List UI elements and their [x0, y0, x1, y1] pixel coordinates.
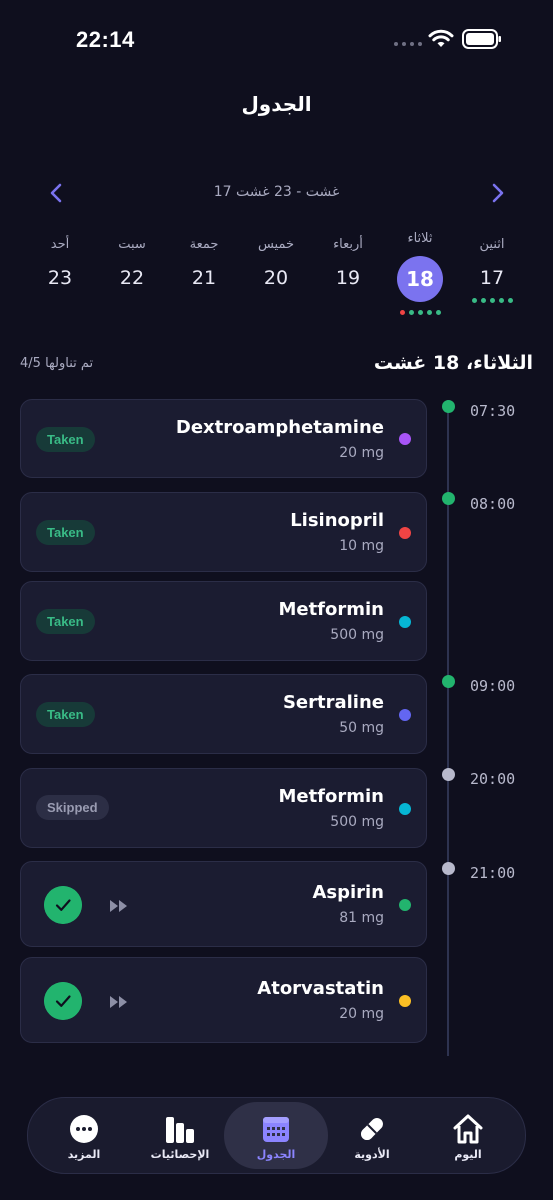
dose-card[interactable]: Dextroamphetamine 20 mg Taken	[20, 399, 427, 478]
tab-medications[interactable]: الأدوية	[320, 1102, 424, 1169]
day-saturday[interactable]: سبت 22	[102, 236, 162, 290]
tab-label: الأدوية	[354, 1148, 390, 1161]
tab-statistics[interactable]: الإحصائيات	[128, 1102, 232, 1169]
page-title: الجدول	[241, 92, 312, 116]
medication-color-dot	[399, 527, 411, 539]
day-name: اثنين	[479, 237, 505, 252]
timeline-dot-taken	[442, 492, 455, 505]
day-number: 23	[47, 267, 73, 289]
status-badge-taken: Taken	[36, 520, 95, 545]
dose-card[interactable]: Metformin 500 mg Taken	[20, 581, 427, 661]
timeline-dot-taken	[442, 675, 455, 688]
medication-color-dot	[399, 433, 411, 445]
day-friday[interactable]: جمعة 21	[174, 236, 234, 290]
dose-card[interactable]: Atorvastatin 20 mg	[20, 957, 427, 1043]
time-label: 21:00	[470, 864, 516, 882]
medication-color-dot	[399, 803, 411, 815]
tab-label: الجدول	[256, 1148, 296, 1161]
status-badge-taken: Taken	[36, 427, 95, 452]
day-strip: اثنين 17 ثلاثاء 18 أربعاء 19 خميس 20 جمع…	[0, 231, 553, 326]
status-badge-taken: Taken	[36, 609, 95, 634]
signal-icon	[394, 42, 422, 46]
timeline-dot-pending	[442, 862, 455, 875]
day-name: سبت	[118, 237, 146, 252]
medication-dose: 81 mg	[339, 910, 384, 926]
bottom-tab-bar: اليوم الأدوية الجدول الإحصائيات المزيد	[27, 1097, 526, 1174]
status-badge-skipped: Skipped	[36, 795, 109, 820]
tab-label: اليوم	[454, 1148, 482, 1161]
bar-chart-icon	[166, 1117, 194, 1143]
calendar-icon	[263, 1117, 289, 1142]
medication-dose: 50 mg	[339, 720, 384, 736]
medication-dose: 500 mg	[330, 814, 384, 830]
day-dose-dots	[390, 310, 450, 316]
day-number: 18	[397, 256, 443, 302]
medication-name: Dextroamphetamine	[175, 417, 384, 438]
day-name: أربعاء	[333, 237, 363, 252]
timeline-dot-skipped	[442, 768, 455, 781]
day-dose-dots	[462, 298, 522, 304]
medication-name: Lisinopril	[290, 510, 384, 531]
medication-name: Atorvastatin	[257, 978, 384, 999]
mark-taken-button[interactable]	[44, 886, 82, 924]
medication-name: Sertraline	[282, 692, 384, 713]
medication-dose: 20 mg	[339, 445, 384, 461]
medication-color-dot	[399, 899, 411, 911]
battery-icon	[462, 29, 501, 49]
medication-dose: 500 mg	[330, 627, 384, 643]
medication-color-dot	[399, 709, 411, 721]
day-wednesday[interactable]: أربعاء 19	[318, 236, 378, 290]
selected-date-heading: الثلاثاء، 18 غشت	[373, 352, 533, 374]
medication-name: Metformin	[278, 599, 384, 620]
taken-count: 4/5 تم تناولها	[20, 356, 94, 371]
status-bar: 22:14	[0, 0, 553, 80]
pill-icon	[361, 1118, 383, 1140]
day-number: 19	[335, 267, 361, 289]
day-tuesday-selected[interactable]: ثلاثاء 18	[390, 231, 450, 316]
day-number: 22	[119, 267, 145, 289]
tab-today[interactable]: اليوم	[416, 1102, 520, 1169]
medication-color-dot	[399, 616, 411, 628]
dose-card[interactable]: Lisinopril 10 mg Taken	[20, 492, 427, 572]
tab-more[interactable]: المزيد	[32, 1102, 136, 1169]
mark-taken-button[interactable]	[44, 982, 82, 1020]
time-label: 09:00	[470, 677, 516, 695]
medication-dose: 20 mg	[339, 1006, 384, 1022]
time-label: 20:00	[470, 770, 516, 788]
time-label: 07:30	[470, 402, 516, 420]
medication-name: Metformin	[278, 786, 384, 807]
medication-color-dot	[399, 995, 411, 1007]
day-thursday[interactable]: خميس 20	[246, 236, 306, 290]
wifi-icon	[428, 29, 454, 47]
skip-dose-button[interactable]	[107, 992, 131, 1012]
day-name: جمعة	[189, 237, 219, 252]
medication-name: Aspirin	[312, 882, 384, 903]
time-label: 08:00	[470, 495, 516, 513]
skip-dose-button[interactable]	[107, 896, 131, 916]
home-icon	[453, 1114, 483, 1144]
day-name: ثلاثاء	[407, 231, 433, 246]
week-navigation: 17 غشت - 23 غشت	[0, 176, 553, 210]
day-monday[interactable]: اثنين 17	[462, 236, 522, 304]
day-number: 17	[479, 267, 505, 289]
timeline-dot-taken	[442, 400, 455, 413]
more-icon	[70, 1115, 98, 1143]
week-range: 17 غشت - 23 غشت	[213, 184, 340, 200]
day-name: أحد	[50, 237, 70, 252]
tab-schedule[interactable]: الجدول	[224, 1102, 328, 1169]
status-time: 22:14	[76, 27, 135, 52]
medication-dose: 10 mg	[339, 538, 384, 554]
status-badge-taken: Taken	[36, 702, 95, 727]
day-sunday[interactable]: أحد 23	[30, 236, 90, 290]
dose-card[interactable]: Aspirin 81 mg	[20, 861, 427, 947]
day-name: خميس	[257, 237, 295, 252]
day-number: 20	[263, 267, 289, 289]
tab-label: الإحصائيات	[150, 1148, 210, 1161]
dose-card[interactable]: Metformin 500 mg Skipped	[20, 768, 427, 848]
section-header: الثلاثاء، 18 غشت 4/5 تم تناولها	[20, 352, 533, 380]
chevron-right-icon[interactable]	[484, 180, 510, 206]
day-number: 21	[191, 267, 217, 289]
dose-card[interactable]: Sertraline 50 mg Taken	[20, 674, 427, 754]
tab-label: المزيد	[67, 1148, 101, 1161]
